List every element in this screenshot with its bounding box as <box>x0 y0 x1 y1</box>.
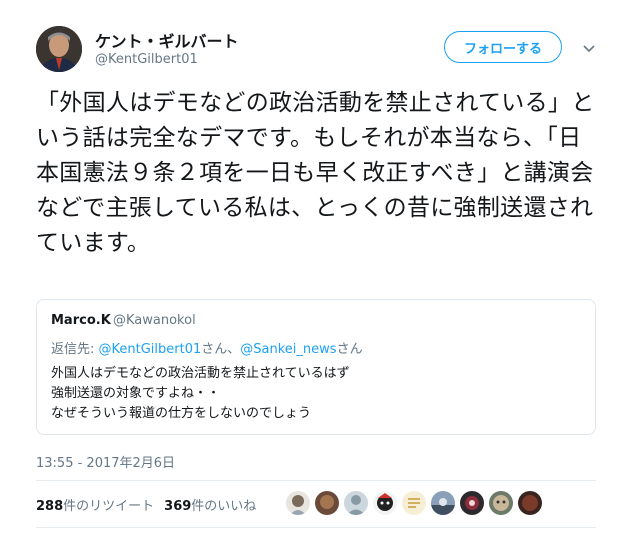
author-display-name[interactable]: ケント・ギルバート <box>95 28 239 52</box>
reply-user-link[interactable]: @KentGilbert01 <box>99 342 202 357</box>
liker-avatar[interactable] <box>402 491 426 515</box>
reply-suffix: さん <box>336 342 363 357</box>
divider <box>36 480 596 481</box>
liker-avatar[interactable] <box>460 491 484 515</box>
tweet-timestamp[interactable]: 13:55 - 2017年2月6日 <box>36 452 175 471</box>
reply-prefix: 返信先: <box>51 342 99 357</box>
liker-avatar[interactable] <box>489 491 513 515</box>
quoted-tweet-text: 外国人はデモなどの政治活動を禁止されているはず 強制送還の対象ですよね・・ なぜ… <box>51 366 350 421</box>
quoted-author-name: Marco.K <box>51 313 111 328</box>
tweet-text: 「外国人はデモなどの政治活動を禁止されている」という話は完全なデマです。もしそれ… <box>36 90 595 256</box>
reply-to-line: 返信先: @KentGilbert01さん、@Sankei_newsさん <box>51 338 363 357</box>
tweet-stats: 288件のリツイート 369件のいいね <box>36 495 256 514</box>
reply-separator: さん、 <box>201 342 241 357</box>
liker-avatar[interactable] <box>518 491 542 515</box>
retweets-count[interactable]: 288 <box>36 499 63 514</box>
quoted-author-handle: @Kawanokol <box>113 313 196 328</box>
liker-avatar[interactable] <box>373 491 397 515</box>
quoted-tweet[interactable]: Marco.K @Kawanokol 返信先: @KentGilbert01さん… <box>36 299 596 435</box>
author-handle[interactable]: @KentGilbert01 <box>95 52 198 67</box>
liker-avatar[interactable] <box>315 491 339 515</box>
liker-avatar[interactable] <box>344 491 368 515</box>
reply-user-link[interactable]: @Sankei_news <box>240 342 336 357</box>
likers-avatars <box>286 491 542 515</box>
author-avatar[interactable] <box>36 26 82 72</box>
retweets-label[interactable]: 件のリツイート <box>63 499 154 514</box>
divider <box>36 527 596 528</box>
likes-count[interactable]: 369 <box>164 499 191 514</box>
liker-avatar[interactable] <box>286 491 310 515</box>
chevron-down-icon[interactable] <box>582 40 596 54</box>
follow-button[interactable]: フォローする <box>444 31 562 63</box>
liker-avatar[interactable] <box>431 491 455 515</box>
likes-label[interactable]: 件のいいね <box>191 499 256 514</box>
